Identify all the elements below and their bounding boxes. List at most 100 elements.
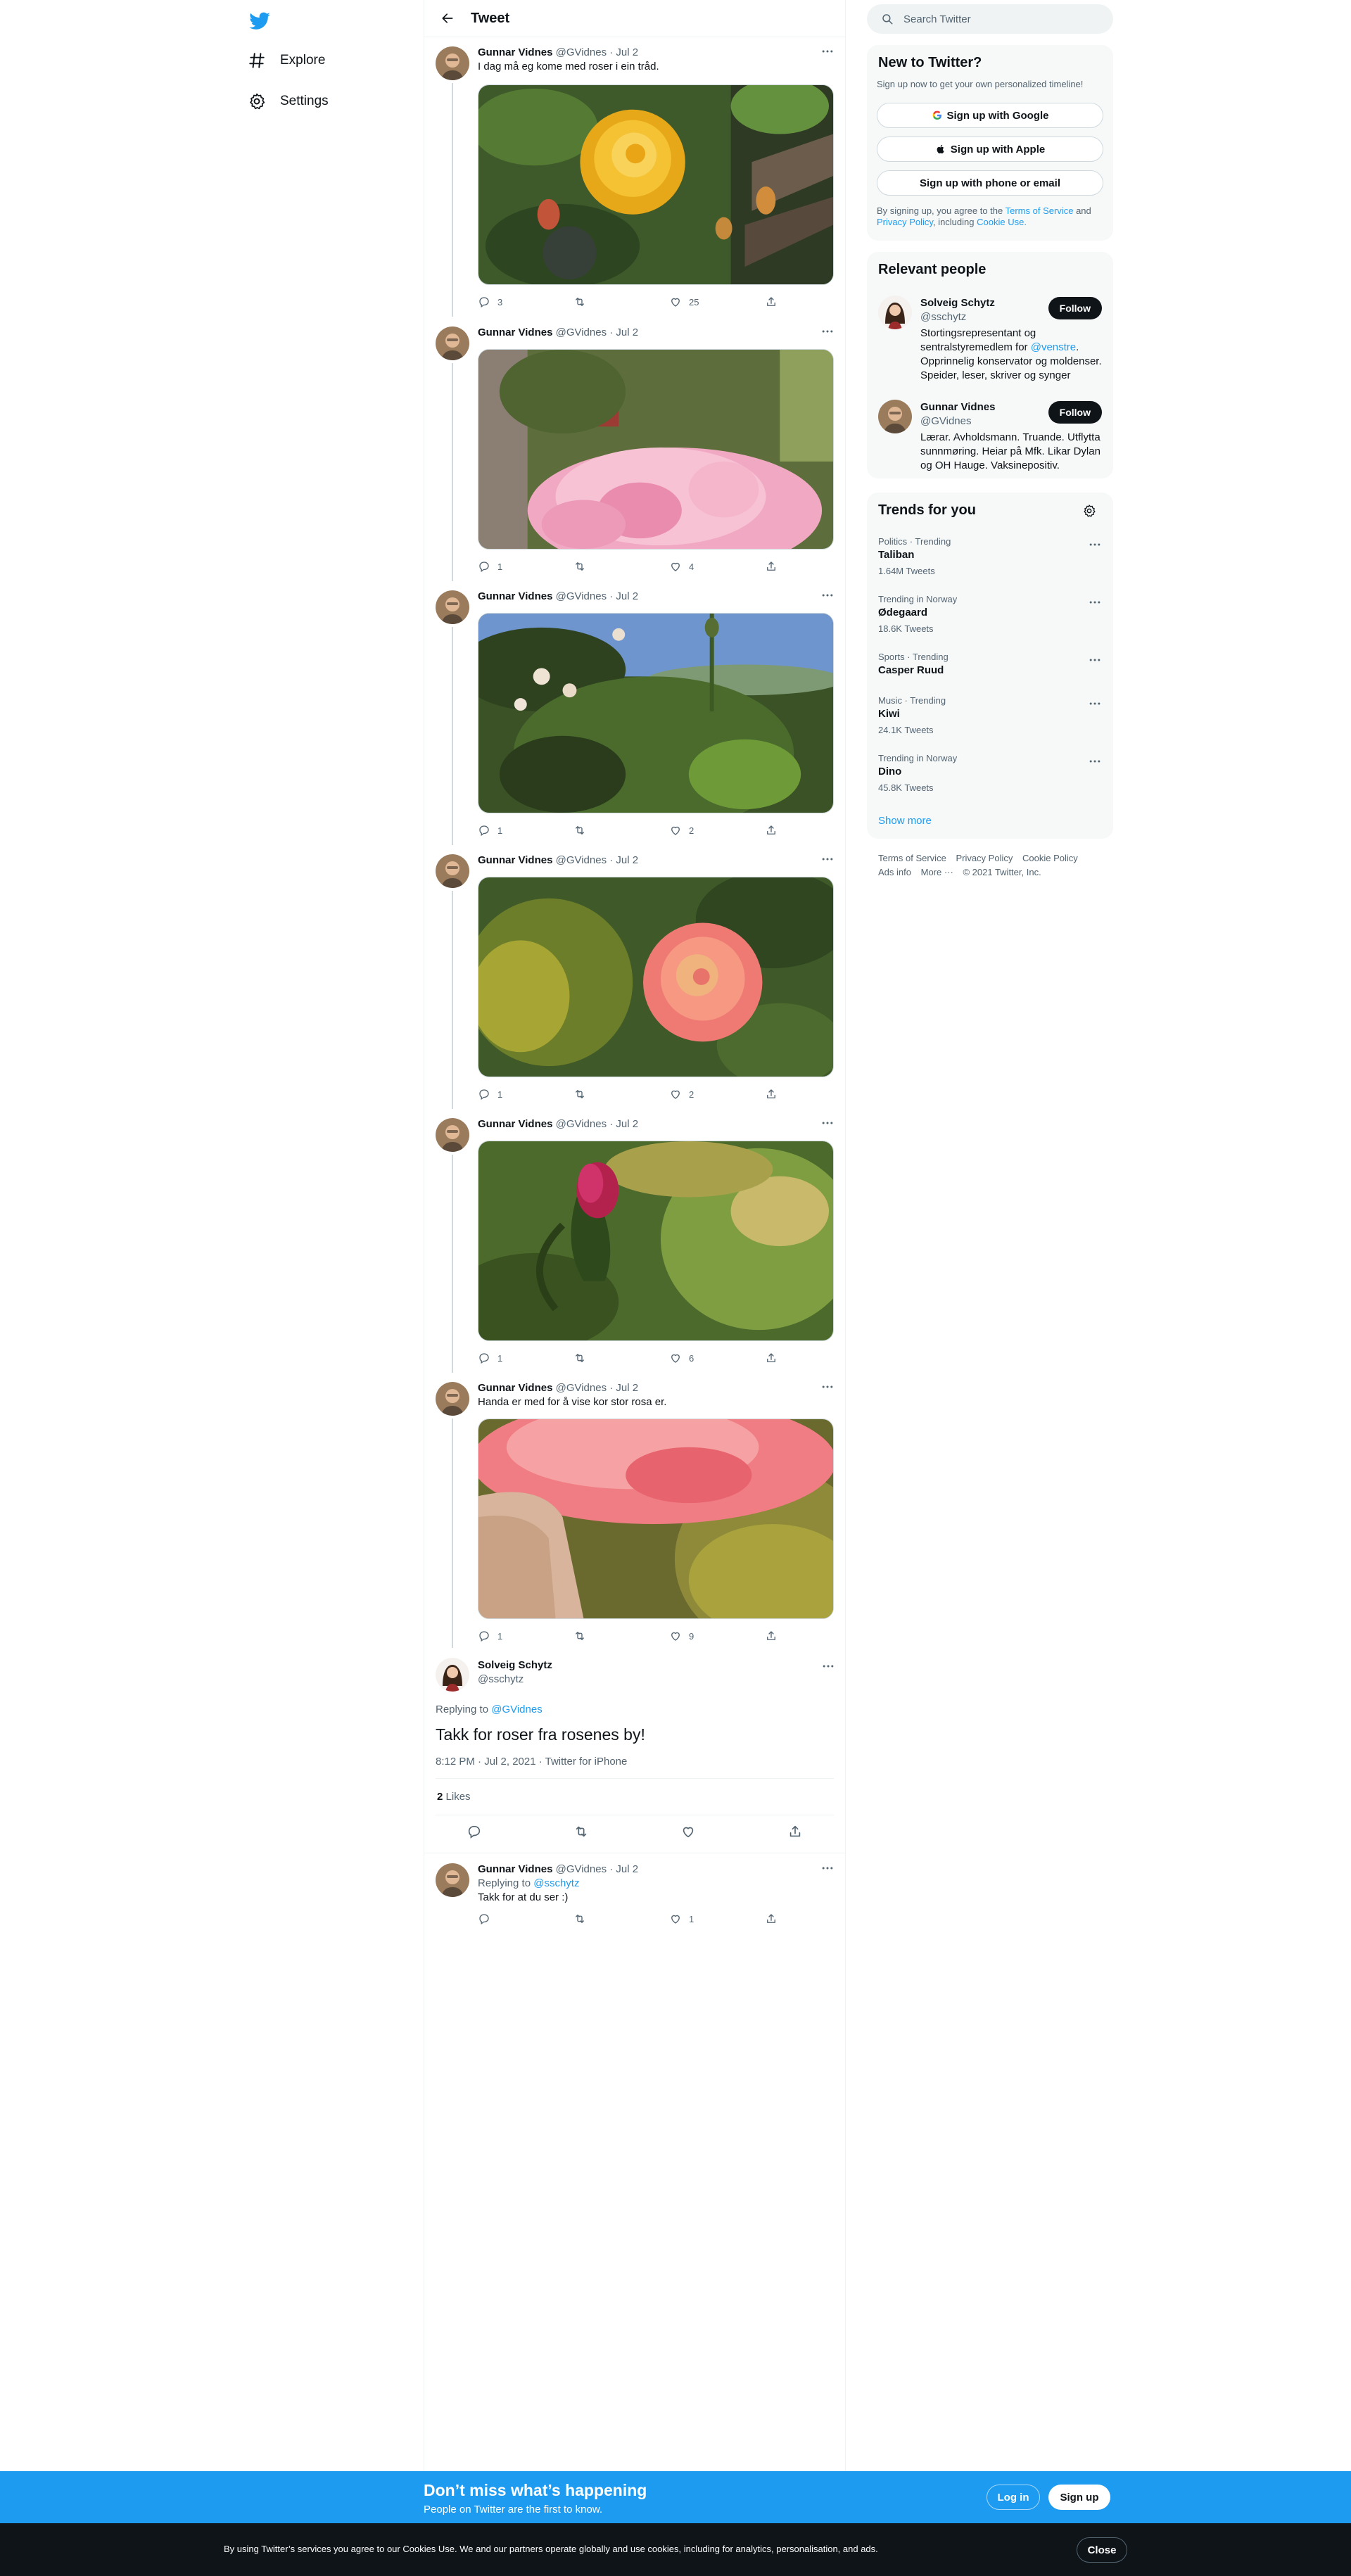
thread-tweet[interactable]: Gunnar Vidnes @GVidnes · Jul 2 Handa er … xyxy=(424,1373,845,1648)
author-name[interactable]: Solveig Schytz xyxy=(478,1659,552,1671)
reply-icon[interactable] xyxy=(467,1824,482,1839)
more-icon[interactable] xyxy=(820,1862,835,1874)
thread-tweet[interactable]: Gunnar Vidnes @GVidnes · Jul 2 1 2 xyxy=(424,846,845,1109)
more-icon[interactable] xyxy=(820,325,835,338)
author-name[interactable]: Gunnar Vidnes xyxy=(478,326,552,338)
reply-button[interactable]: 1 xyxy=(478,559,548,574)
trend-item[interactable]: Politics · Trending Taliban 1.64M Tweets xyxy=(867,536,1113,585)
more-icon[interactable] xyxy=(1088,697,1102,714)
more-icon[interactable] xyxy=(1088,754,1102,772)
author-handle-date[interactable]: @GVidnes · Jul 2 xyxy=(556,46,639,58)
avatar[interactable] xyxy=(436,1118,469,1152)
bio-mention-link[interactable]: @venstre xyxy=(1031,341,1076,353)
share-button[interactable] xyxy=(765,559,780,574)
trend-item[interactable]: Trending in Norway Ødegaard 18.6K Tweets xyxy=(867,594,1113,643)
reply-button[interactable]: 1 xyxy=(478,1086,548,1102)
reply-button[interactable]: 1 xyxy=(478,1628,548,1644)
more-icon[interactable] xyxy=(820,1117,835,1129)
person-name[interactable]: Gunnar Vidnes xyxy=(920,401,995,413)
trend-item[interactable]: Music · Trending Kiwi 24.1K Tweets xyxy=(867,695,1113,744)
more-icon[interactable] xyxy=(820,1381,835,1393)
trend-item[interactable]: Sports · Trending Casper Ruud xyxy=(867,652,1113,701)
person-item[interactable]: Solveig Schytz @sschytz Follow Stortings… xyxy=(867,296,1113,381)
share-button[interactable] xyxy=(765,1628,780,1644)
footer-more-link[interactable]: More ··· xyxy=(921,867,953,877)
reply-button[interactable] xyxy=(478,1911,548,1927)
trend-item[interactable]: Trending in Norway Dino 45.8K Tweets xyxy=(867,753,1113,802)
share-button[interactable] xyxy=(765,1350,780,1366)
avatar[interactable] xyxy=(878,296,912,329)
share-button[interactable] xyxy=(765,1911,780,1927)
author-handle-date[interactable]: @GVidnes · Jul 2 xyxy=(556,1863,639,1875)
back-arrow-icon[interactable] xyxy=(436,6,459,30)
close-cookie-button[interactable]: Close xyxy=(1077,2537,1127,2563)
share-button[interactable] xyxy=(765,1086,780,1102)
share-icon[interactable] xyxy=(787,1824,803,1839)
more-icon[interactable] xyxy=(1088,595,1102,613)
like-button[interactable]: 6 xyxy=(669,1350,740,1366)
avatar[interactable] xyxy=(436,1382,469,1416)
reply-button[interactable]: 3 xyxy=(478,294,548,310)
rose-in-hand-photo[interactable] xyxy=(478,1419,834,1619)
reply-button[interactable]: 1 xyxy=(478,823,548,838)
signup-apple-button[interactable]: Sign up with Apple xyxy=(877,137,1103,162)
coral-rose-photo[interactable] xyxy=(478,877,834,1077)
author-handle[interactable]: @sschytz xyxy=(478,1673,524,1685)
twitter-bird-icon[interactable] xyxy=(248,8,272,32)
footer-privacy-link[interactable]: Privacy Policy xyxy=(956,853,1013,863)
author-name[interactable]: Gunnar Vidnes xyxy=(478,1863,552,1875)
like-button[interactable]: 2 xyxy=(669,1086,740,1102)
pink-rose-photo[interactable] xyxy=(478,349,834,550)
footer-cookie-link[interactable]: Cookie Policy xyxy=(1022,853,1078,863)
privacy-link[interactable]: Privacy Policy xyxy=(877,217,933,227)
login-button[interactable]: Log in xyxy=(987,2485,1040,2510)
terms-link[interactable]: Terms of Service xyxy=(1006,205,1074,216)
follow-button[interactable]: Follow xyxy=(1048,401,1102,424)
replying-to-link[interactable]: @sschytz xyxy=(533,1877,579,1889)
like-button[interactable]: 2 xyxy=(669,823,740,838)
author-name[interactable]: Gunnar Vidnes xyxy=(478,46,552,58)
search-box[interactable] xyxy=(867,4,1113,34)
more-icon[interactable] xyxy=(1088,538,1102,555)
avatar[interactable] xyxy=(436,326,469,360)
more-icon[interactable] xyxy=(821,1659,835,1677)
replying-to-link[interactable]: @GVidnes xyxy=(491,1703,543,1715)
gear-icon[interactable] xyxy=(1082,504,1096,518)
avatar[interactable] xyxy=(878,400,912,433)
retweet-button[interactable] xyxy=(573,559,644,574)
more-icon[interactable] xyxy=(820,589,835,602)
footer-terms-link[interactable]: Terms of Service xyxy=(878,853,946,863)
search-input[interactable] xyxy=(903,13,1086,25)
retweet-button[interactable] xyxy=(573,1086,644,1102)
tweet-timestamp[interactable]: 8:12 PM · Jul 2, 2021 · Twitter for iPho… xyxy=(436,1756,627,1768)
likes-summary[interactable]: 2 Likes xyxy=(437,1791,471,1803)
retweet-button[interactable] xyxy=(573,1911,644,1927)
like-button[interactable]: 1 xyxy=(669,1911,740,1927)
avatar[interactable] xyxy=(436,1863,469,1897)
retweet-button[interactable] xyxy=(573,823,644,838)
author-name[interactable]: Gunnar Vidnes xyxy=(478,1382,552,1394)
thread-tweet[interactable]: Gunnar Vidnes @GVidnes · Jul 2 1 6 xyxy=(424,1110,845,1373)
person-handle[interactable]: @sschytz xyxy=(920,311,966,323)
avatar[interactable] xyxy=(436,1658,469,1692)
cookie-use-link[interactable]: Cookie Use. xyxy=(977,217,1027,227)
author-handle-date[interactable]: @GVidnes · Jul 2 xyxy=(556,1382,639,1394)
more-icon[interactable] xyxy=(820,45,835,58)
signup-phone-button[interactable]: Sign up with phone or email xyxy=(877,170,1103,196)
follow-button[interactable]: Follow xyxy=(1048,297,1102,319)
nav-explore[interactable]: Explore xyxy=(248,44,325,77)
avatar[interactable] xyxy=(436,854,469,888)
like-icon[interactable] xyxy=(680,1824,696,1839)
rosebud-photo[interactable] xyxy=(478,1141,834,1341)
person-name[interactable]: Solveig Schytz xyxy=(920,297,995,309)
author-handle-date[interactable]: @GVidnes · Jul 2 xyxy=(556,590,639,602)
like-button[interactable]: 4 xyxy=(669,559,740,574)
retweet-button[interactable] xyxy=(573,1628,644,1644)
signup-google-button[interactable]: Sign up with Google xyxy=(877,103,1103,128)
thread-tweet[interactable]: Gunnar Vidnes @GVidnes · Jul 2 1 4 xyxy=(424,318,845,581)
share-button[interactable] xyxy=(765,294,780,310)
author-handle-date[interactable]: @GVidnes · Jul 2 xyxy=(556,1118,639,1130)
nav-settings[interactable]: Settings xyxy=(248,84,329,118)
reply-tweet[interactable]: Gunnar Vidnes @GVidnes · Jul 2 Replying … xyxy=(424,1855,845,1932)
avatar[interactable] xyxy=(436,46,469,80)
